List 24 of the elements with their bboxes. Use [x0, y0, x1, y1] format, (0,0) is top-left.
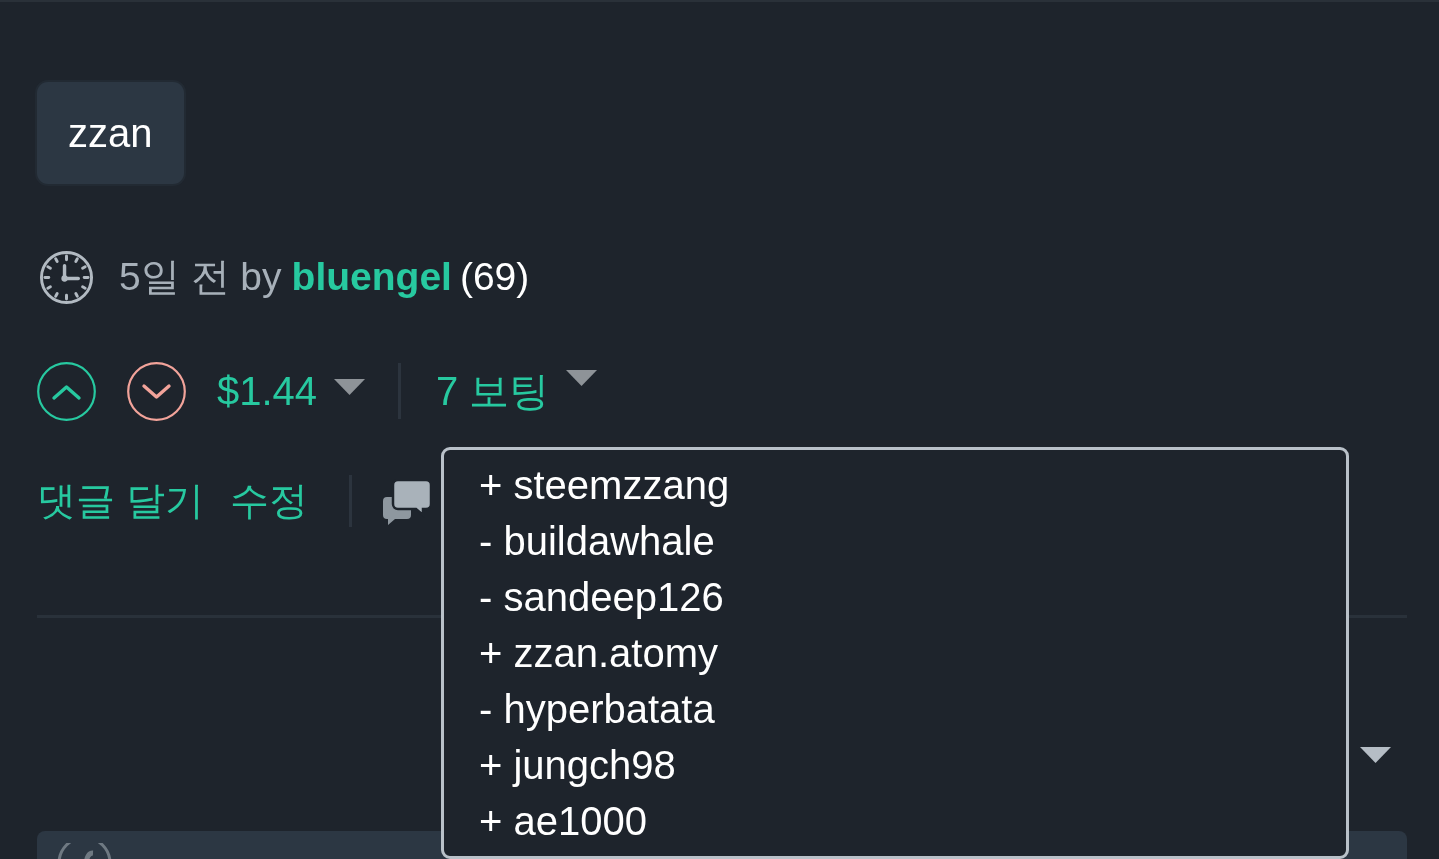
reputation-text: (69)	[459, 255, 530, 299]
voter-item[interactable]: + zzan.atomy	[479, 625, 718, 681]
author-link[interactable]: bluengel	[291, 255, 452, 299]
action-link[interactable]: 댓글 달기	[37, 474, 204, 528]
voter-item[interactable]: + jungch98	[479, 737, 676, 793]
caret-icon	[566, 370, 598, 386]
voters-dropdown[interactable]: 7 보팅	[436, 363, 598, 419]
voter-item[interactable]: + steemzzang	[479, 457, 730, 513]
caret-icon	[334, 379, 366, 395]
voter-item[interactable]: - sandeep126	[479, 569, 724, 625]
chevron-down-icon	[127, 361, 186, 421]
action-link[interactable]: 수정	[229, 474, 308, 528]
chevron-up-icon	[37, 361, 96, 421]
avatar-icon	[57, 843, 112, 859]
tag-button[interactable]: zzan	[37, 82, 184, 184]
clock-icon	[39, 249, 94, 305]
post-time-text: 5일 전 by	[119, 254, 282, 300]
payout-dropdown[interactable]: $1.44	[217, 368, 366, 414]
voter-item[interactable]: - buildawhale	[479, 513, 715, 569]
voter-item[interactable]: - hyperbatata	[479, 681, 715, 737]
voter-item[interactable]: + ae1000	[479, 793, 647, 849]
upvote-button[interactable]	[37, 361, 96, 421]
downvote-button[interactable]	[127, 361, 186, 421]
caret-icon[interactable]	[1360, 747, 1391, 763]
